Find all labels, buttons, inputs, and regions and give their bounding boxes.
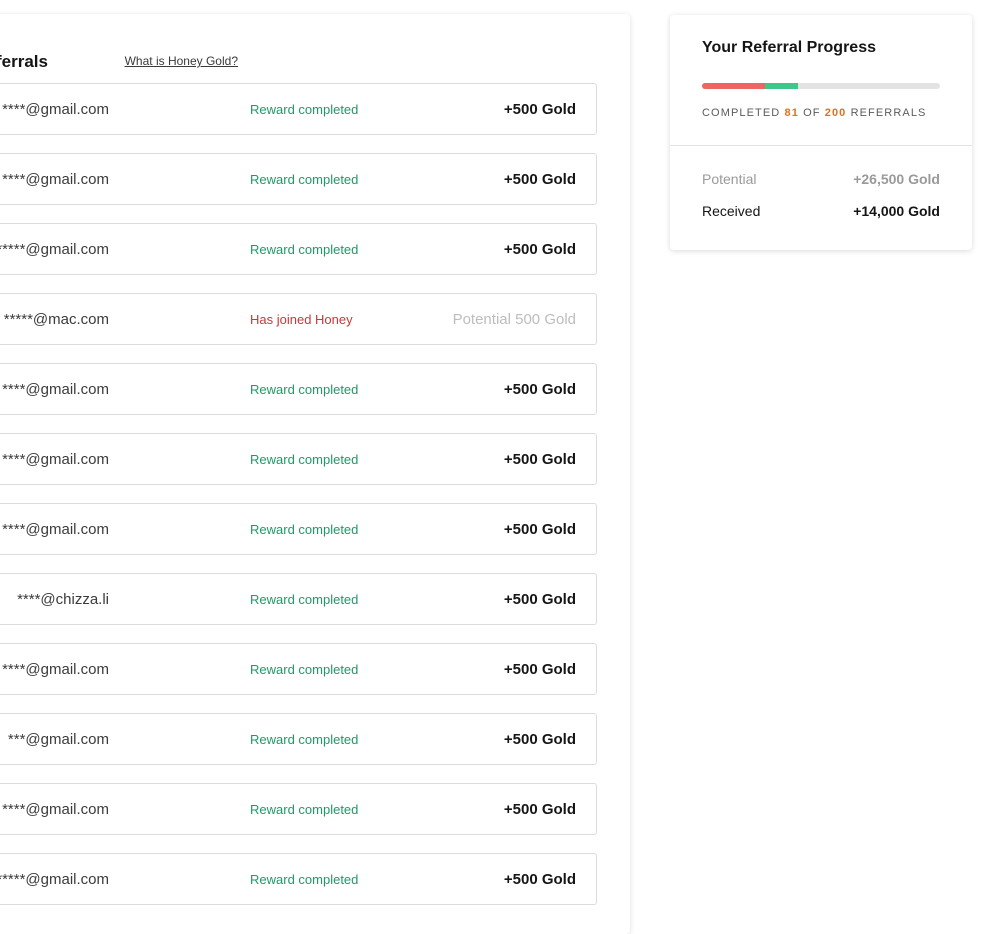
potential-value: +26,500 Gold <box>853 171 940 187</box>
progress-bar-green-segment <box>765 83 798 89</box>
referral-status: Has joined Honey <box>250 312 353 327</box>
referral-email-text: ****@gmail.com <box>2 661 109 678</box>
referral-email: ****@gmail.com <box>0 364 109 416</box>
referral-email-text: ****@gmail.com <box>2 381 109 398</box>
referral-reward: +500 Gold <box>503 451 576 468</box>
received-value: +14,000 Gold <box>853 203 940 219</box>
referral-email-text: ****@gmail.com <box>2 101 109 118</box>
referral-email-text: *****@gmail.com <box>0 241 109 258</box>
referral-row: ****@gmail.com Reward completed +500 Gold <box>0 83 597 135</box>
referral-status: Reward completed <box>250 102 359 117</box>
referral-row: *****@gmail.com Reward completed +500 Gold <box>0 853 597 905</box>
referral-email: ****@gmail.com <box>0 154 109 206</box>
referral-row: *****@gmail.com Reward completed +500 Gold <box>0 223 597 275</box>
referral-email-text: ****@gmail.com <box>2 801 109 818</box>
referral-status: Reward completed <box>250 522 359 537</box>
completed-count-text: COMPLETED 81 OF 200 REFERRALS <box>702 107 927 119</box>
referral-reward: +500 Gold <box>503 801 576 818</box>
referral-email: ****@gmail.com <box>0 84 109 136</box>
referral-row: ****@gmail.com Reward completed +500 Gold <box>0 363 597 415</box>
referral-email-text: ****@chizza.li <box>17 591 109 608</box>
referral-email: ****@chizza.li <box>0 574 109 626</box>
referral-row: *****@mac.com Has joined Honey Potential 5… <box>0 293 597 345</box>
referral-row: ****@gmail.com Reward completed +500 Gold <box>0 153 597 205</box>
referral-row: ****@gmail.com Reward completed +500 Gold <box>0 783 597 835</box>
referral-reward: Potential 500 Gold <box>452 311 576 328</box>
referral-email-text: *****@gmail.com <box>0 871 109 888</box>
referral-reward: +500 Gold <box>503 591 576 608</box>
divider <box>670 145 972 146</box>
referral-reward: +500 Gold <box>503 661 576 678</box>
progress-bar-red-segment <box>702 83 765 89</box>
referral-reward: +500 Gold <box>503 731 576 748</box>
referral-status: Reward completed <box>250 382 359 397</box>
potential-label: Potential <box>702 171 757 187</box>
referrals-title: Your Referrals <box>0 52 48 71</box>
referral-email: *****@gmail.com <box>0 854 109 906</box>
referral-reward: +500 Gold <box>503 241 576 258</box>
referral-email: ****@gmail.com <box>0 784 109 836</box>
referral-status: Reward completed <box>250 732 359 747</box>
total-count: 200 <box>824 107 847 119</box>
referral-progress-card: Your Referral Progress COMPLETED 81 OF 2… <box>670 15 972 250</box>
referral-email: ****@gmail.com <box>0 434 109 486</box>
completed-count: 81 <box>784 107 799 119</box>
referral-email-text: ***@gmail.com <box>7 731 109 748</box>
referral-reward: +500 Gold <box>503 171 576 188</box>
referral-email-text: *****@mac.com <box>3 311 109 328</box>
referrals-card: Your Referrals What is Honey Gold? ****@… <box>0 14 630 934</box>
referral-reward: +500 Gold <box>503 521 576 538</box>
referral-email: ****@gmail.com <box>0 644 109 696</box>
referral-row: ****@gmail.com Reward completed +500 Gold <box>0 503 597 555</box>
referral-row: ***@gmail.com Reward completed +500 Gold <box>0 713 597 765</box>
referral-email: ***@gmail.com <box>0 714 109 766</box>
referral-status: Reward completed <box>250 662 359 677</box>
what-is-honey-gold-link[interactable]: What is Honey Gold? <box>125 54 238 68</box>
referral-row: ****@chizza.li Reward completed +500 Gold <box>0 573 597 625</box>
referral-status: Reward completed <box>250 872 359 887</box>
referral-status: Reward completed <box>250 802 359 817</box>
referral-row: ****@gmail.com Reward completed +500 Gold <box>0 643 597 695</box>
referral-email-text: ****@gmail.com <box>2 451 109 468</box>
progress-title: Your Referral Progress <box>702 39 876 56</box>
referral-reward: +500 Gold <box>503 101 576 118</box>
referral-email: ****@gmail.com <box>0 504 109 556</box>
referral-email: *****@mac.com <box>0 294 109 346</box>
received-label: Received <box>702 203 761 219</box>
referral-email: *****@gmail.com <box>0 224 109 276</box>
progress-bar <box>702 83 940 89</box>
referral-email-text: ****@gmail.com <box>2 521 109 538</box>
referral-reward: +500 Gold <box>503 381 576 398</box>
referral-reward: +500 Gold <box>503 871 576 888</box>
referral-row: ****@gmail.com Reward completed +500 Gold <box>0 433 597 485</box>
referral-status: Reward completed <box>250 172 359 187</box>
referral-status: Reward completed <box>250 452 359 467</box>
referral-status: Reward completed <box>250 242 359 257</box>
referral-email-text: ****@gmail.com <box>2 171 109 188</box>
referral-status: Reward completed <box>250 592 359 607</box>
